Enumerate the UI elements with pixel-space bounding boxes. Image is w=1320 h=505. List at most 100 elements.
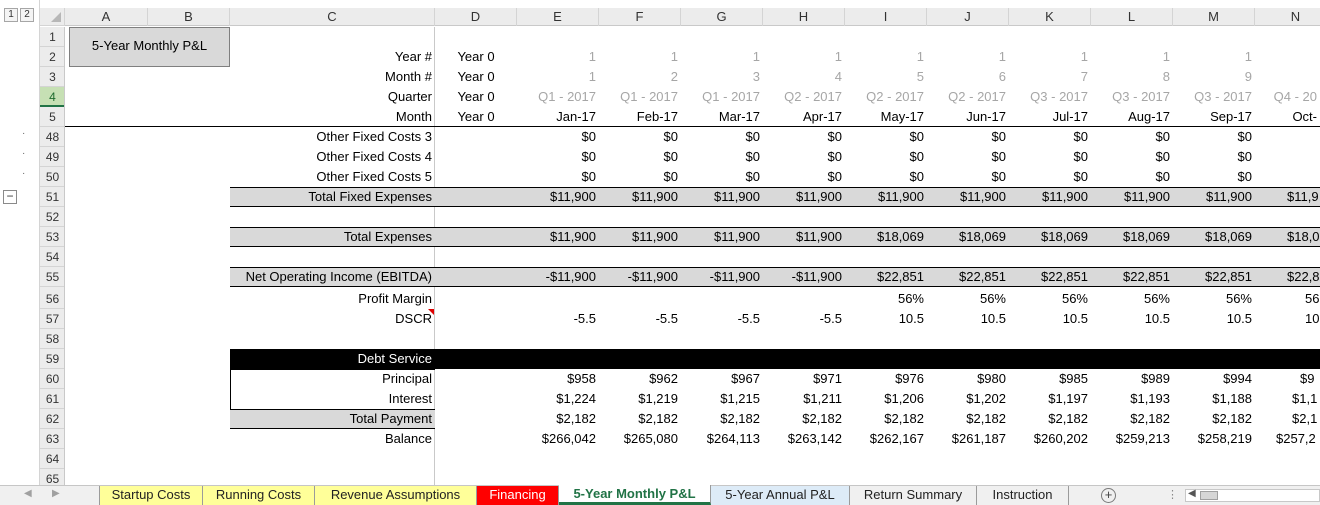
column-header-i[interactable]: I xyxy=(845,8,927,26)
value-cell[interactable]: $0 xyxy=(1173,167,1255,187)
quarter-cell[interactable]: Q3 - 2017 xyxy=(1009,87,1091,107)
row-header[interactable]: 61 xyxy=(40,389,64,409)
tab-return-summary[interactable]: Return Summary xyxy=(850,486,977,505)
row-label[interactable]: Profit Margin xyxy=(230,289,435,309)
month-d-cell[interactable]: Year 0 xyxy=(435,107,517,127)
value-cell[interactable]: $0 xyxy=(1173,127,1255,147)
column-header-m[interactable]: M xyxy=(1173,8,1255,26)
row-label[interactable]: Other Fixed Costs 4 xyxy=(230,147,435,167)
month-number-cell[interactable]: 2 xyxy=(599,67,681,87)
value-cell[interactable]: $958 xyxy=(517,369,599,389)
value-cell[interactable]: $0 xyxy=(681,167,763,187)
scroll-left-icon[interactable]: ◀ xyxy=(1188,488,1196,499)
value-cell[interactable]: $0 xyxy=(599,127,681,147)
row-header[interactable]: 62 xyxy=(40,409,64,429)
row-label[interactable]: Other Fixed Costs 3 xyxy=(230,127,435,147)
value-cell[interactable]: $258,219 xyxy=(1173,429,1255,449)
value-cell[interactable]: -$11,900 xyxy=(517,267,599,287)
row-header[interactable]: 48 xyxy=(40,127,64,147)
value-cell[interactable]: $0 xyxy=(1091,127,1173,147)
month-cell[interactable]: Sep-17 xyxy=(1173,107,1255,127)
value-cell[interactable]: $0 xyxy=(927,147,1009,167)
value-cell[interactable]: 10.5 xyxy=(1091,309,1173,329)
value-cell[interactable]: $1,215 xyxy=(681,389,763,409)
month-label[interactable]: Month xyxy=(230,107,435,127)
horizontal-scrollbar[interactable]: ◀ xyxy=(1185,488,1320,502)
value-cell[interactable]: $9 xyxy=(1255,369,1320,389)
year-cell[interactable]: 1 xyxy=(681,47,763,67)
value-cell[interactable]: $263,142 xyxy=(763,429,845,449)
month-cell[interactable]: Jul-17 xyxy=(1009,107,1091,127)
value-cell[interactable]: -5.5 xyxy=(763,309,845,329)
value-cell[interactable]: 10.5 xyxy=(845,309,927,329)
value-cell[interactable]: $0 xyxy=(517,147,599,167)
spreadsheet-grid[interactable]: 5-Year Monthly P&L Year # Year 0 1 1 1 1… xyxy=(65,27,1320,485)
value-cell[interactable]: $22,8 xyxy=(1255,267,1320,287)
value-cell[interactable]: $22,851 xyxy=(927,267,1009,287)
value-cell[interactable]: $0 xyxy=(599,147,681,167)
column-header-c[interactable]: C xyxy=(230,8,435,26)
value-cell[interactable]: $0 xyxy=(763,147,845,167)
value-cell[interactable]: 56% xyxy=(1091,289,1173,309)
value-cell[interactable]: $989 xyxy=(1091,369,1173,389)
outline-level-1-button[interactable]: 1 xyxy=(4,8,18,22)
tab-instruction[interactable]: Instruction xyxy=(977,486,1069,505)
value-cell[interactable]: 56% xyxy=(845,289,927,309)
column-header-a[interactable]: A xyxy=(65,8,148,26)
column-header-j[interactable]: J xyxy=(927,8,1009,26)
row-label[interactable]: Total Fixed Expenses xyxy=(230,187,435,207)
month-cell[interactable]: Jan-17 xyxy=(517,107,599,127)
row-label[interactable]: Net Operating Income (EBITDA) xyxy=(230,267,435,287)
quarter-cell[interactable]: Q1 - 2017 xyxy=(681,87,763,107)
value-cell[interactable]: $0 xyxy=(1091,167,1173,187)
quarter-label[interactable]: Quarter xyxy=(230,87,435,107)
value-cell[interactable]: $0 xyxy=(845,147,927,167)
more-options-icon[interactable]: ⋮ xyxy=(1167,488,1178,501)
value-cell[interactable]: 10.5 xyxy=(1173,309,1255,329)
value-cell[interactable]: $11,900 xyxy=(1009,187,1091,207)
value-cell[interactable]: $0 xyxy=(681,147,763,167)
value-cell[interactable]: $11,900 xyxy=(681,227,763,247)
quarter-cell[interactable]: Q3 - 2017 xyxy=(1091,87,1173,107)
quarter-cell[interactable]: Q3 - 2017 xyxy=(1173,87,1255,107)
tab-revenue-assumptions[interactable]: Revenue Assumptions xyxy=(315,486,477,505)
value-cell[interactable]: $2,182 xyxy=(1091,409,1173,429)
quarter-cell[interactable]: Q1 - 2017 xyxy=(599,87,681,107)
month-cell[interactable]: Feb-17 xyxy=(599,107,681,127)
value-cell[interactable]: $261,187 xyxy=(927,429,1009,449)
value-cell[interactable]: $257,2 xyxy=(1255,429,1320,449)
value-cell[interactable]: $22,851 xyxy=(1173,267,1255,287)
value-cell[interactable]: $11,9 xyxy=(1255,187,1320,207)
value-cell[interactable]: $18,069 xyxy=(845,227,927,247)
month-cell[interactable]: May-17 xyxy=(845,107,927,127)
row-label[interactable]: Principal xyxy=(230,369,435,389)
value-cell[interactable]: $2,182 xyxy=(845,409,927,429)
value-cell[interactable]: $18,0 xyxy=(1255,227,1320,247)
value-cell[interactable]: 56% xyxy=(1009,289,1091,309)
row-header[interactable]: 53 xyxy=(40,227,64,247)
value-cell[interactable]: $265,080 xyxy=(599,429,681,449)
value-cell[interactable]: 56% xyxy=(1173,289,1255,309)
value-cell[interactable]: $11,900 xyxy=(681,187,763,207)
value-cell[interactable]: $1,1 xyxy=(1255,389,1320,409)
column-header-f[interactable]: F xyxy=(599,8,681,26)
value-cell[interactable]: $1,211 xyxy=(763,389,845,409)
row-label[interactable]: Interest xyxy=(230,389,435,409)
row-label[interactable]: Total Expenses xyxy=(230,227,435,247)
value-cell[interactable]: $0 xyxy=(927,127,1009,147)
row-label[interactable]: Other Fixed Costs 5 xyxy=(230,167,435,187)
value-cell[interactable]: $2,1 xyxy=(1255,409,1320,429)
value-cell[interactable]: $18,069 xyxy=(927,227,1009,247)
year-d-cell[interactable]: Year 0 xyxy=(435,47,517,67)
row-header[interactable]: 49 xyxy=(40,147,64,167)
value-cell[interactable]: $0 xyxy=(763,127,845,147)
value-cell[interactable]: $11,900 xyxy=(599,187,681,207)
month-number-cell[interactable]: 6 xyxy=(927,67,1009,87)
tab-running-costs[interactable]: Running Costs xyxy=(203,486,315,505)
row-header[interactable]: 56 xyxy=(40,289,64,309)
row-header[interactable]: 1 xyxy=(40,27,64,47)
value-cell[interactable]: 56 xyxy=(1255,289,1320,309)
row-header[interactable]: 64 xyxy=(40,449,64,469)
value-cell[interactable]: $11,900 xyxy=(1173,187,1255,207)
month-number-cell[interactable] xyxy=(1255,67,1320,87)
